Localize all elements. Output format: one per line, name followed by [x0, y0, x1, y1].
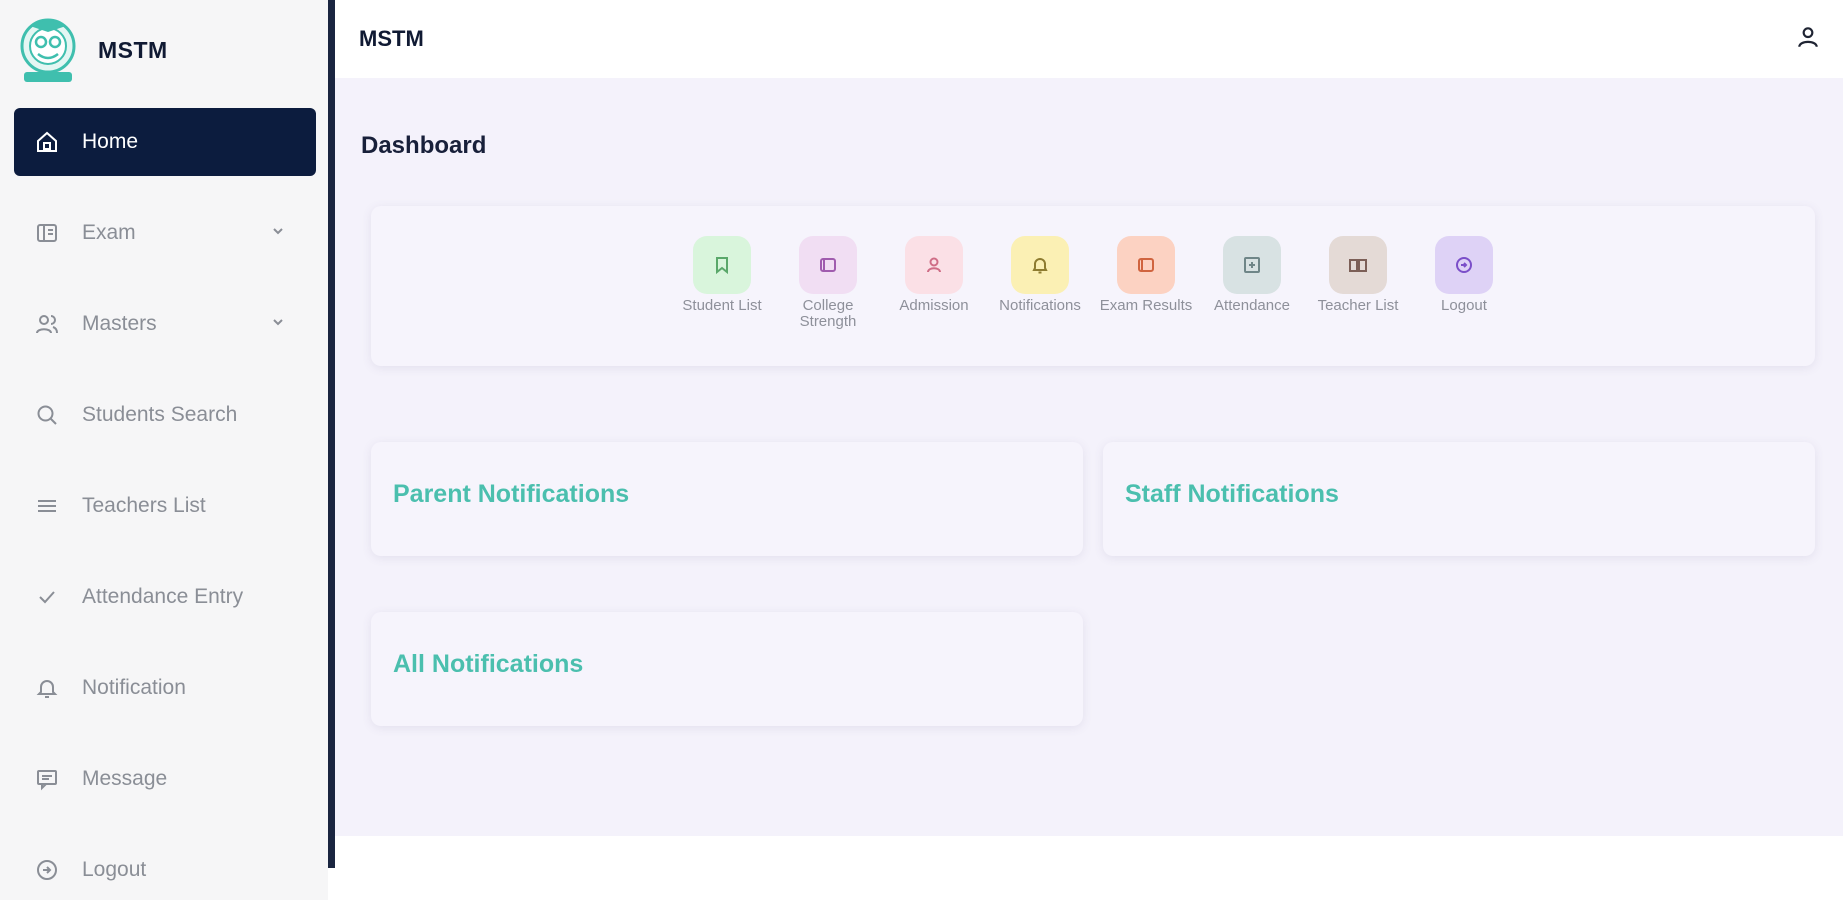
- sidebar-item-label: Students Search: [82, 403, 238, 426]
- quick-link-label: College Strength: [799, 297, 857, 330]
- sidebar-item-message[interactable]: Message: [14, 745, 316, 813]
- sidebar: MSTM Home Exam Masters Students Search T…: [0, 0, 328, 900]
- quick-link-label: Exam Results: [1099, 297, 1193, 314]
- bell-icon: [1011, 236, 1069, 294]
- quick-link-label: Teacher List: [1317, 297, 1399, 314]
- chevron-down-icon[interactable]: [270, 223, 286, 239]
- quick-link-logout[interactable]: Logout: [1411, 236, 1517, 330]
- quick-link-label: Logout: [1441, 297, 1487, 314]
- sidebar-item-exam[interactable]: Exam: [14, 199, 316, 267]
- brand[interactable]: MSTM: [16, 16, 168, 84]
- list-icon: [34, 493, 60, 519]
- book-icon: [799, 236, 857, 294]
- check-icon: [34, 584, 60, 610]
- card-title: Staff Notifications: [1125, 480, 1339, 508]
- quick-links-row: Student List College Strength Admission …: [371, 236, 1815, 330]
- card-title: All Notifications: [393, 650, 584, 678]
- card-title: Parent Notifications: [393, 480, 630, 508]
- sidebar-item-label: Attendance Entry: [82, 585, 244, 608]
- sidebar-item-label: Exam: [82, 221, 136, 244]
- sidebar-item-attendance-entry[interactable]: Attendance Entry: [14, 563, 316, 631]
- quick-link-admission[interactable]: Admission: [881, 236, 987, 330]
- quick-link-notifications[interactable]: Notifications: [987, 236, 1093, 330]
- page-title: Dashboard: [361, 132, 487, 159]
- top-header: MSTM: [335, 0, 1843, 78]
- quick-link-exam-results[interactable]: Exam Results: [1093, 236, 1199, 330]
- sidebar-item-masters[interactable]: Masters: [14, 290, 316, 358]
- exam-icon: [34, 220, 60, 246]
- sidebar-item-label: Notification: [82, 676, 186, 699]
- quick-link-student-list[interactable]: Student List: [669, 236, 775, 330]
- parent-notifications-card[interactable]: Parent Notifications: [371, 442, 1083, 556]
- staff-notifications-card[interactable]: Staff Notifications: [1103, 442, 1815, 556]
- quick-link-label: Admission: [899, 297, 969, 314]
- sidebar-item-notification[interactable]: Notification: [14, 654, 316, 722]
- logout-icon: [1435, 236, 1493, 294]
- sidebar-item-students-search[interactable]: Students Search: [14, 381, 316, 449]
- home-icon: [34, 129, 60, 155]
- user-icon: [905, 236, 963, 294]
- sidebar-item-label: Logout: [82, 858, 147, 881]
- sidebar-item-label: Teachers List: [82, 494, 206, 517]
- users-icon: [34, 311, 60, 337]
- sidebar-item-logout[interactable]: Logout: [14, 836, 316, 900]
- calendar-icon: [1223, 236, 1281, 294]
- message-icon: [34, 766, 60, 792]
- sidebar-nav: Home Exam Masters Students Search Teache…: [14, 108, 316, 900]
- open-book-icon: [1329, 236, 1387, 294]
- quick-link-attendance[interactable]: Attendance: [1199, 236, 1305, 330]
- sidebar-divider: [328, 0, 335, 868]
- quick-link-teacher-list[interactable]: Teacher List: [1305, 236, 1411, 330]
- user-icon[interactable]: [1795, 24, 1821, 50]
- quick-link-label: Attendance: [1214, 297, 1290, 314]
- quick-links-card: Student List College Strength Admission …: [371, 206, 1815, 366]
- sidebar-item-teachers-list[interactable]: Teachers List: [14, 472, 316, 540]
- quick-link-label: Notifications: [999, 297, 1081, 314]
- book-icon: [1117, 236, 1175, 294]
- sidebar-item-label: Message: [82, 767, 168, 790]
- quick-link-college-strength[interactable]: College Strength: [775, 236, 881, 330]
- sidebar-item-home[interactable]: Home: [14, 108, 316, 176]
- search-icon: [34, 402, 60, 428]
- logout-icon: [34, 857, 60, 883]
- main-content: Dashboard Student List College Strength …: [335, 78, 1843, 836]
- brand-name: MSTM: [98, 36, 168, 63]
- header-title: MSTM: [359, 26, 424, 51]
- school-logo-icon: [20, 18, 76, 82]
- sidebar-item-label: Masters: [82, 312, 157, 335]
- chevron-down-icon[interactable]: [270, 314, 286, 330]
- all-notifications-card[interactable]: All Notifications: [371, 612, 1083, 726]
- bookmark-icon: [693, 236, 751, 294]
- sidebar-item-label: Home: [82, 130, 139, 153]
- quick-link-label: Student List: [682, 297, 762, 314]
- bell-icon: [34, 675, 60, 701]
